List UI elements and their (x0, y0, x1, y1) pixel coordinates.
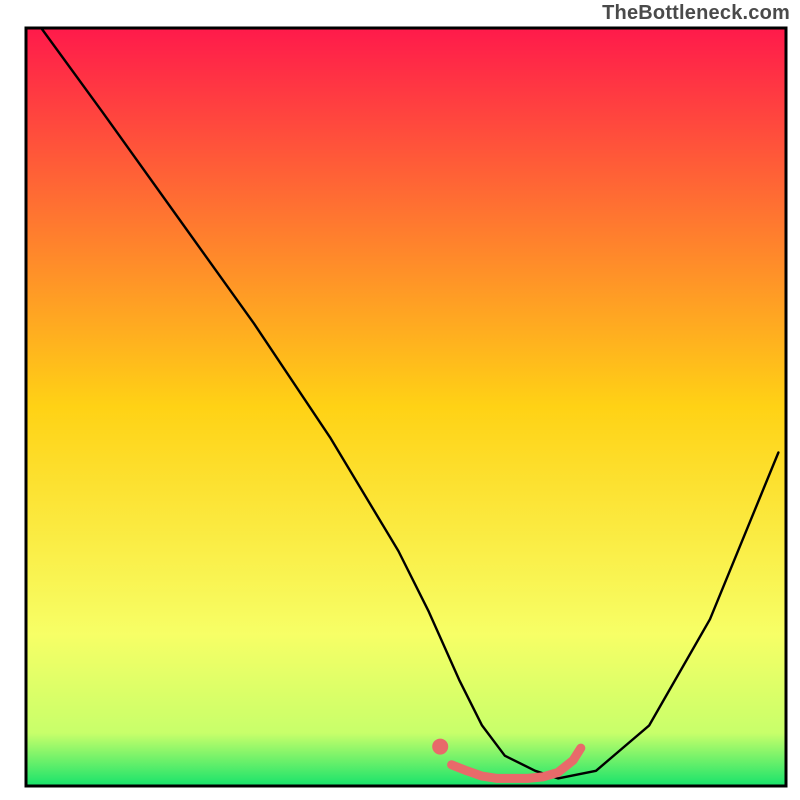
bottleneck-chart (0, 0, 800, 800)
chart-background (26, 28, 786, 786)
series-highlight-dot (432, 739, 448, 755)
chart-stage: TheBottleneck.com (0, 0, 800, 800)
